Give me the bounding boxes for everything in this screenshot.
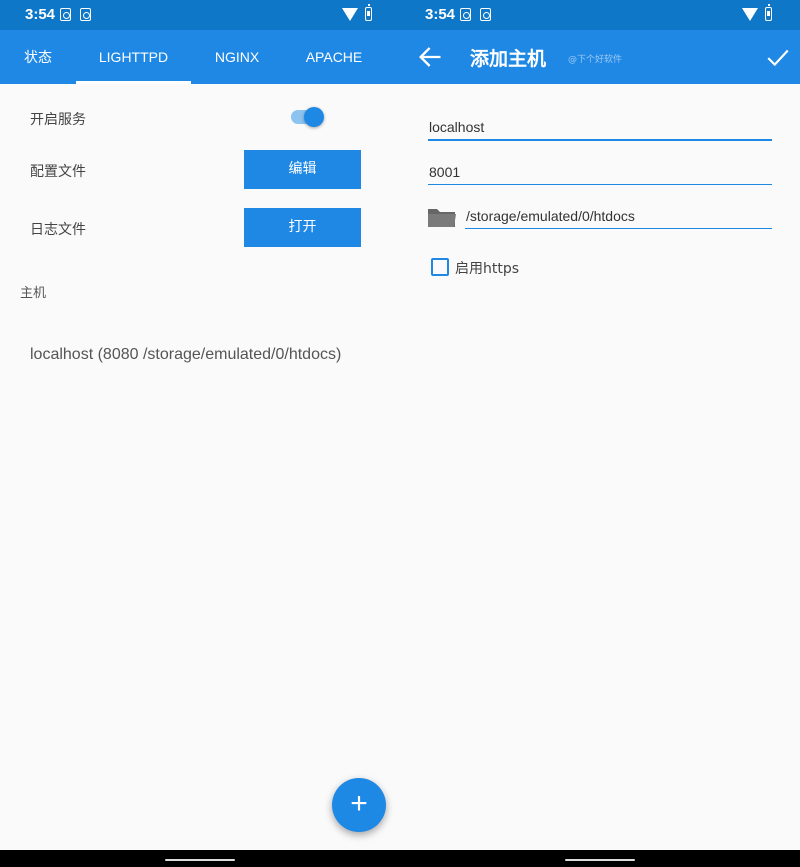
- wifi-icon: [742, 8, 758, 21]
- status-bar: 3:54: [0, 0, 400, 30]
- host-name-field[interactable]: [428, 115, 772, 141]
- tab-apache[interactable]: APACHE: [283, 30, 385, 84]
- config-file-label: 配置文件: [30, 164, 86, 180]
- open-log-button[interactable]: 打开: [244, 208, 361, 247]
- https-label: 启用https: [455, 261, 520, 277]
- home-handle[interactable]: [565, 859, 635, 861]
- wifi-icon: [342, 8, 358, 21]
- notification-icon: [80, 8, 91, 21]
- switch-thumb: [304, 107, 324, 127]
- notification-icon: [480, 8, 491, 21]
- add-host-screen: 3:54 添加主机 @下个好软件 启用https: [400, 0, 800, 867]
- page-title: 添加主机: [470, 48, 547, 70]
- enable-service-label: 开启服务: [30, 112, 86, 128]
- navigation-bar: [0, 850, 400, 867]
- tab-bar: 状态 LIGHTTPD NGINX APACHE: [0, 30, 400, 84]
- notification-icon: [460, 8, 471, 21]
- arrow-left-icon[interactable]: [416, 42, 444, 72]
- host-section-label: 主机: [20, 286, 47, 301]
- add-host-button[interactable]: +: [332, 778, 386, 832]
- navigation-bar: [400, 850, 800, 867]
- folder-icon[interactable]: [427, 207, 457, 228]
- home-handle[interactable]: [165, 859, 235, 861]
- app-bar: 添加主机 @下个好软件: [400, 30, 800, 84]
- battery-icon: [365, 4, 372, 21]
- status-time: 3:54: [425, 6, 456, 23]
- tab-nginx[interactable]: NGINX: [191, 30, 283, 84]
- port-field[interactable]: [428, 159, 772, 185]
- watermark-text: @下个好软件: [568, 55, 623, 65]
- tab-lighttpd[interactable]: LIGHTTPD: [76, 30, 191, 84]
- document-root-field[interactable]: [465, 203, 772, 229]
- notification-icon: [60, 8, 71, 21]
- log-file-label: 日志文件: [30, 222, 86, 238]
- tab-status[interactable]: 状态: [0, 30, 76, 84]
- host-list-item[interactable]: localhost (8080 /storage/emulated/0/htdo…: [30, 346, 341, 364]
- check-icon[interactable]: [764, 44, 792, 70]
- status-time: 3:54: [25, 6, 56, 23]
- edit-config-button[interactable]: 编辑: [244, 150, 361, 189]
- status-bar: 3:54: [400, 0, 800, 30]
- battery-icon: [765, 4, 772, 21]
- https-checkbox[interactable]: [431, 258, 449, 276]
- plus-icon: +: [350, 787, 368, 820]
- lighttpd-screen: 3:54 状态 LIGHTTPD NGINX APACHE 开启服务 配置文件 …: [0, 0, 400, 867]
- enable-service-switch[interactable]: [291, 107, 324, 127]
